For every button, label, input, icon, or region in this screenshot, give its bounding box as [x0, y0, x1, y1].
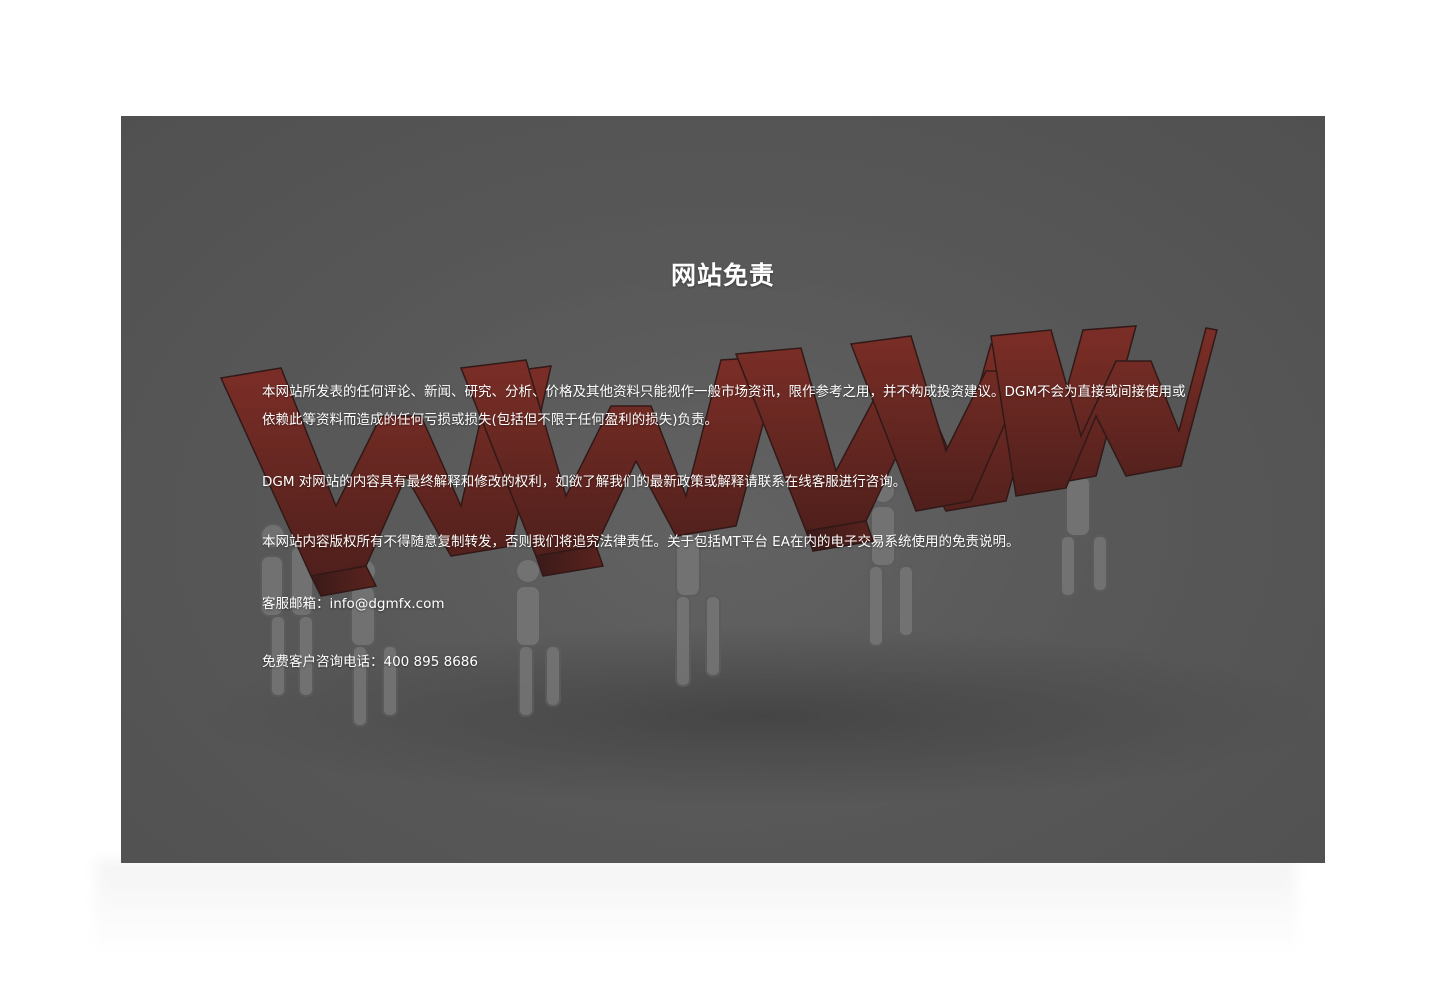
phone-number: 400 895 8686	[383, 654, 478, 670]
disclaimer-paragraph-3: 本网站内容版权所有不得随意复制转发，否则我们将追究法律责任。关于包括MT平台 E…	[262, 534, 1020, 550]
disclaimer-panel: 网站免责 本网站所发表的任何评论、新闻、研究、分析、价格及其他资料只能视作一般市…	[121, 116, 1325, 863]
email-label: 客服邮箱：	[262, 596, 330, 612]
phone-label: 免费客户咨询电话：	[262, 654, 384, 670]
page-title: 网站免责	[670, 261, 775, 290]
disclaimer-content: 本网站所发表的任何评论、新闻、研究、分析、价格及其他资料只能视作一般市场资讯，限…	[262, 378, 1192, 676]
background-reflection	[96, 860, 1296, 950]
disclaimer-paragraph-2: DGM 对网站的内容具有最终解释和修改的权利，如欲了解我们的最新政策或解释请联系…	[262, 474, 907, 490]
contact-phone: 免费客户咨询电话：400 895 8686	[262, 648, 1192, 676]
disclaimer-paragraph-1: 本网站所发表的任何评论、新闻、研究、分析、价格及其他资料只能视作一般市场资讯，限…	[262, 384, 1186, 428]
page: 网站免责 本网站所发表的任何评论、新闻、研究、分析、价格及其他资料只能视作一般市…	[0, 0, 1440, 996]
contact-email: 客服邮箱：info@dgmfx.com	[262, 590, 1192, 618]
email-link[interactable]: info@dgmfx.com	[330, 596, 445, 612]
